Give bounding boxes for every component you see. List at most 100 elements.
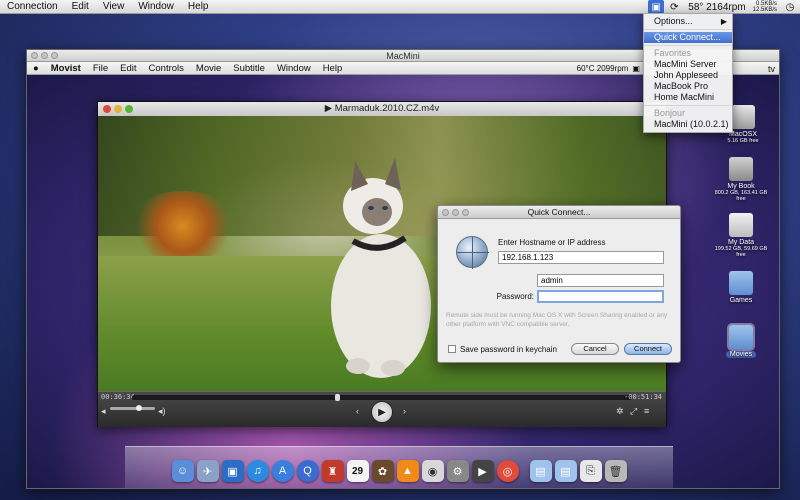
- password-input[interactable]: [537, 290, 664, 303]
- menu-item-quick-connect[interactable]: Quick Connect...: [644, 32, 732, 43]
- finder-icon[interactable]: ☺: [171, 460, 194, 482]
- remote-menu-subtitle[interactable]: Subtitle: [227, 62, 271, 75]
- password-label: Password:: [496, 292, 534, 301]
- downloads-stack-icon[interactable]: ⎘: [579, 460, 602, 482]
- save-password-checkbox[interactable]: [448, 345, 456, 353]
- mail-icon[interactable]: ✈: [196, 460, 219, 482]
- network-monitor[interactable]: 0.5KB/s 12.5KB/s: [750, 1, 780, 13]
- elapsed-time: 00:36:34: [101, 393, 135, 401]
- next-button[interactable]: ›: [403, 406, 406, 416]
- dialog-window-controls: [442, 209, 469, 216]
- remote-menu-edit[interactable]: Edit: [114, 62, 142, 75]
- hostname-input[interactable]: [498, 251, 664, 264]
- volume-knob[interactable]: [136, 405, 142, 411]
- volume-icon: ◂: [101, 406, 106, 416]
- menu-window[interactable]: Window: [131, 0, 181, 14]
- fullscreen-icon[interactable]: ⤢: [630, 406, 637, 417]
- quick-connect-title: Quick Connect...: [527, 207, 591, 217]
- desktop-icon-games[interactable]: Games: [711, 271, 771, 304]
- dialog-close-button[interactable]: [442, 209, 449, 216]
- remote-temperature[interactable]: 60°C 2099rpm: [577, 64, 629, 73]
- player-titlebar[interactable]: ▶ Marmaduk.2010.CZ.m4v: [98, 102, 666, 116]
- screen-sharing-menu: Options... ▶ Quick Connect... Favorites M…: [643, 13, 733, 133]
- menu-help[interactable]: Help: [181, 0, 216, 14]
- menu-item-options-label: Options...: [654, 16, 693, 26]
- iphoto-icon[interactable]: ✿: [371, 460, 394, 482]
- app-store-icon[interactable]: A: [271, 460, 294, 482]
- minimize-button[interactable]: [41, 52, 48, 59]
- dvd-player-icon[interactable]: ◉: [421, 460, 444, 482]
- player-zoom-button[interactable]: [125, 105, 133, 113]
- player-minimize-button[interactable]: [114, 105, 122, 113]
- documents-folder-icon[interactable]: ▤: [554, 460, 577, 482]
- zoom-button[interactable]: [51, 52, 58, 59]
- playlist-icon[interactable]: ≡: [644, 406, 649, 416]
- vlc-icon[interactable]: ▲: [396, 460, 419, 482]
- cancel-button[interactable]: Cancel: [571, 343, 619, 355]
- desktop-icon-label: Games: [729, 297, 753, 304]
- menu-item-bonjour[interactable]: MacMini (10.0.2.1): [644, 119, 732, 130]
- remote-menu-movie[interactable]: Movie: [190, 62, 227, 75]
- menu-item-favorite[interactable]: MacBook Pro: [644, 81, 732, 92]
- photo-booth-icon[interactable]: ♜: [321, 460, 344, 482]
- itunes-icon[interactable]: ♫: [246, 460, 269, 482]
- temperature-readout[interactable]: 58° 2164rpm: [684, 2, 749, 13]
- remote-menu-file[interactable]: File: [87, 62, 114, 75]
- desktop-icon-label: Movies: [725, 351, 757, 358]
- close-button[interactable]: [31, 52, 38, 59]
- quick-connect-dialog[interactable]: Quick Connect... Enter Hostname or IP ad…: [437, 205, 681, 363]
- save-password-label: Save password in keychain: [460, 345, 557, 354]
- hostname-label: Enter Hostname or IP address: [498, 238, 606, 247]
- applications-folder-icon[interactable]: ▤: [529, 460, 552, 482]
- hard-disk-icon: [731, 105, 755, 129]
- screen-sharing-dock-icon[interactable]: ▣: [221, 460, 244, 482]
- timeline-slider[interactable]: [132, 394, 632, 401]
- menu-edit[interactable]: Edit: [65, 0, 96, 14]
- sync-icon[interactable]: ⟳: [668, 1, 680, 13]
- volume-slider[interactable]: [110, 405, 155, 411]
- player-close-button[interactable]: [103, 105, 111, 113]
- trash-icon[interactable]: 🗑: [604, 460, 627, 482]
- dialog-minimize-button[interactable]: [452, 209, 459, 216]
- chrome-icon[interactable]: ◎: [496, 460, 519, 482]
- menu-item-favorite[interactable]: MacMini Server: [644, 59, 732, 70]
- network-globe-icon: [456, 236, 489, 269]
- remote-menu-movist[interactable]: Movist: [45, 62, 87, 75]
- time-machine-icon[interactable]: ◷: [784, 1, 796, 13]
- screen-sharing-icon[interactable]: ▣: [648, 0, 665, 14]
- video-flowers: [128, 191, 238, 261]
- remote-menubar-tv[interactable]: tv: [768, 64, 775, 74]
- remote-menu-help[interactable]: Help: [317, 62, 349, 75]
- system-preferences-icon[interactable]: ⚙: [446, 460, 469, 482]
- menu-item-favorite[interactable]: John Appleseed: [644, 70, 732, 81]
- quicktime-icon[interactable]: Q: [296, 460, 319, 482]
- dialog-zoom-button[interactable]: [462, 209, 469, 216]
- connection-hint: Remote side must be running Mac OS X wit…: [446, 312, 668, 328]
- menu-item-options[interactable]: Options... ▶: [644, 16, 732, 27]
- remote-menu-window[interactable]: Window: [271, 62, 317, 75]
- remaining-time: -00:51:34: [624, 393, 662, 401]
- connect-button[interactable]: Connect: [624, 343, 672, 355]
- desktop-icon-my-data[interactable]: My Data 199.52 GB, 59.69 GB free: [711, 213, 771, 258]
- name-input[interactable]: [537, 274, 664, 287]
- movist-icon[interactable]: ▶: [471, 460, 494, 482]
- quick-connect-titlebar[interactable]: Quick Connect...: [438, 206, 680, 219]
- play-button[interactable]: ▶: [371, 401, 393, 423]
- timeline-knob[interactable]: [334, 394, 340, 401]
- display-icon[interactable]: ▣: [632, 64, 640, 73]
- external-disk-icon: [729, 157, 753, 181]
- desktop-icon-my-book[interactable]: My Book 800.2 GB, 163.41 GB free: [711, 157, 771, 202]
- menu-view[interactable]: View: [96, 0, 132, 14]
- movie-file-icon: ▶: [324, 103, 335, 114]
- volume-max-icon: ◂): [158, 406, 166, 416]
- prev-button[interactable]: ‹: [356, 406, 359, 416]
- settings-icon[interactable]: ✲: [616, 406, 624, 417]
- dock: ☺ ✈ ▣ ♫ A Q ♜ 29 ✿ ▲ ◉ ⚙ ▶ ◎ ▤ ▤ ⎘ 🗑: [125, 446, 673, 488]
- apple-icon[interactable]: ●: [27, 62, 45, 75]
- menu-item-favorite[interactable]: Home MacMini: [644, 92, 732, 103]
- desktop-icon-movies[interactable]: Movies: [711, 323, 771, 358]
- remote-menu-controls[interactable]: Controls: [143, 62, 190, 75]
- menubar-extras: ▣ ⟳ 58° 2164rpm 0.5KB/s 12.5KB/s ◷: [648, 0, 800, 14]
- ical-icon[interactable]: 29: [346, 460, 369, 482]
- menu-connection[interactable]: Connection: [0, 0, 65, 14]
